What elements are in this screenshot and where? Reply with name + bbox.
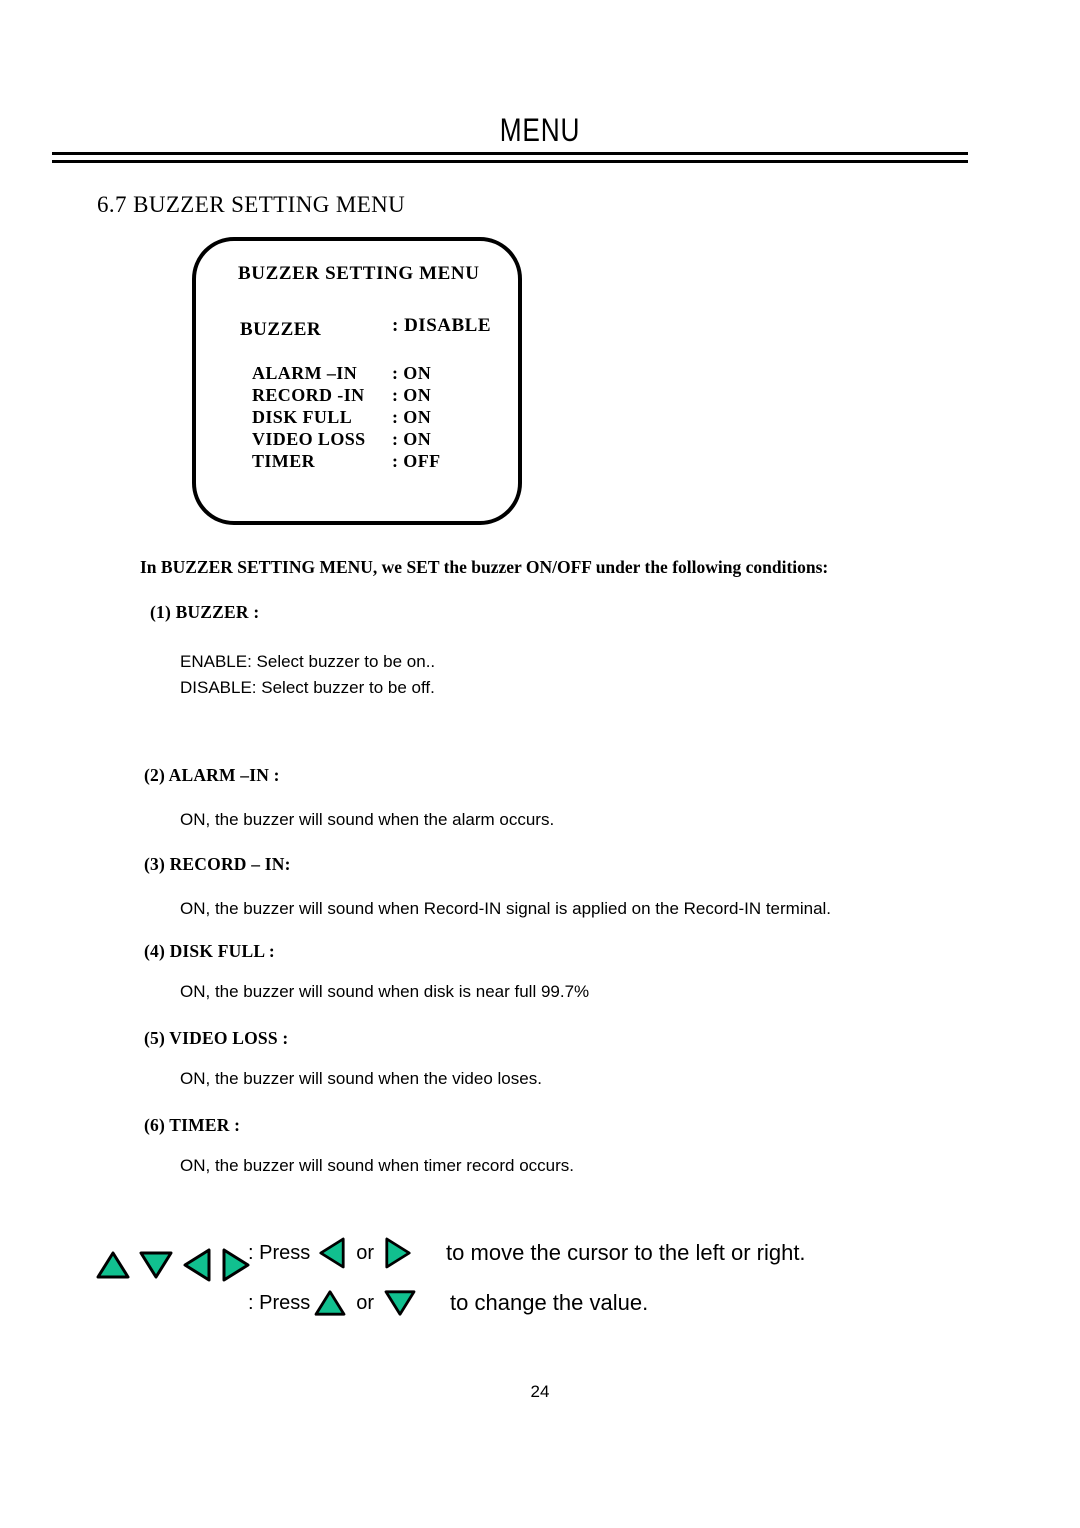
osd-row-record-in[interactable]: RECORD -IN : ON [196, 385, 518, 407]
osd-row-disk-full-value: : ON [392, 407, 432, 427]
legend-or-label-2: or [356, 1291, 375, 1314]
item-heading-disk-full: (4) DISK FULL : [144, 941, 275, 961]
item-heading-alarm-in: (2) ALARM –IN : [144, 765, 280, 785]
arrow-down-icon-inline [384, 1289, 416, 1317]
item-heading-buzzer: (1) BUZZER : [150, 602, 260, 622]
legend: : Press or to move the cursor to the lef… [0, 1228, 1080, 1348]
osd-row-alarm-in-value: : ON [392, 363, 432, 383]
osd-menu-panel: BUZZER SETTING MENU BUZZER : DISABLE ALA… [192, 237, 522, 525]
osd-row-record-in-value: : ON [392, 385, 432, 405]
osd-row-alarm-in[interactable]: ALARM –IN : ON [196, 363, 518, 385]
arrow-right-icon-inline [384, 1237, 412, 1269]
arrow-left-icon [182, 1248, 212, 1282]
osd-row-video-loss[interactable]: VIDEO LOSS : ON [196, 429, 518, 451]
osd-rows: ALARM –IN : ON RECORD -IN : ON DISK FULL… [196, 363, 518, 473]
page-header: MENU [0, 0, 1080, 163]
osd-row-video-loss-label: VIDEO LOSS [252, 429, 366, 449]
page-number: 24 [530, 1382, 550, 1401]
item-heading-timer: (6) TIMER : [144, 1115, 241, 1135]
legend-key-cluster [96, 1248, 251, 1282]
item-text-alarm-in: ON, the buzzer will sound when the alarm… [180, 810, 555, 829]
osd-row-buzzer-label: BUZZER [240, 319, 322, 340]
page-title: MENU [499, 112, 581, 148]
osd-row-disk-full-label: DISK FULL [252, 407, 353, 427]
item-heading-record-in: (3) RECORD – IN: [144, 854, 291, 874]
item-heading-video-loss: (5) VIDEO LOSS : [144, 1028, 289, 1048]
item-text-record-in: ON, the buzzer will sound when Record-IN… [180, 899, 832, 918]
osd-row-disk-full[interactable]: DISK FULL : ON [196, 407, 518, 429]
item-text-disk-full: ON, the buzzer will sound when disk is n… [180, 982, 590, 1001]
osd-row-timer-value: : OFF [392, 451, 441, 471]
osd-row-video-loss-value: : ON [392, 429, 432, 449]
arrow-right-icon [221, 1248, 251, 1282]
legend-lines: : Press or to move the cursor to the lef… [248, 1228, 806, 1328]
legend-tail-label-2: to change the value. [450, 1290, 649, 1315]
osd-row-timer-label: TIMER [252, 451, 316, 471]
item-text-buzzer-disable: DISABLE: Select buzzer to be off. [180, 678, 435, 697]
legend-press-label-2: : Press [248, 1291, 311, 1314]
arrow-up-icon-inline [314, 1289, 346, 1317]
osd-row-buzzer-value: : DISABLE [392, 315, 491, 336]
item-text-buzzer-enable: ENABLE: Select buzzer to be on.. [180, 652, 436, 671]
osd-row-record-in-label: RECORD -IN [252, 385, 365, 405]
legend-tail-label-1: to move the cursor to the left or right. [446, 1240, 806, 1265]
legend-line-move-cursor: : Press or to move the cursor to the lef… [248, 1228, 806, 1278]
arrow-down-icon [139, 1250, 173, 1280]
intro-paragraph: In BUZZER SETTING MENU, we SET the buzze… [140, 557, 829, 577]
legend-line-change-value: : Press or to change the value. [248, 1278, 806, 1328]
section-heading: 6.7 BUZZER SETTING MENU [97, 192, 406, 217]
arrow-left-icon-inline [318, 1237, 346, 1269]
arrow-up-icon [96, 1250, 130, 1280]
item-text-video-loss: ON, the buzzer will sound when the video… [180, 1069, 542, 1088]
legend-press-label-1: : Press [248, 1241, 311, 1264]
item-text-timer: ON, the buzzer will sound when timer rec… [180, 1156, 574, 1175]
header-rule-bottom [52, 160, 968, 163]
osd-menu-title: BUZZER SETTING MENU [238, 263, 480, 284]
osd-row-timer[interactable]: TIMER : OFF [196, 451, 518, 473]
osd-row-alarm-in-label: ALARM –IN [252, 363, 358, 383]
header-divider [52, 152, 968, 163]
legend-or-label-1: or [356, 1241, 375, 1264]
